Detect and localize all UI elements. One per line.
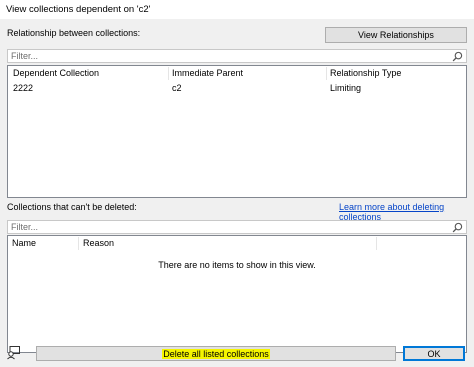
relationship-list-header: Dependent Collection Immediate Parent Re… [8,66,466,81]
window-title: View collections dependent on 'c2' [6,4,151,15]
ok-label: OK [427,348,441,359]
column-header-reason[interactable]: Reason [83,238,114,248]
delete-all-button[interactable]: Delete all listed collections [36,346,396,361]
column-header-dependent-collection[interactable]: Dependent Collection [13,68,99,78]
relationship-list[interactable]: Dependent Collection Immediate Parent Re… [7,65,467,198]
column-header-relationship-type[interactable]: Relationship Type [330,68,401,78]
undeletable-list-header: Name Reason [8,236,466,251]
search-icon[interactable] [452,222,463,233]
undeletable-filter-input[interactable]: Filter... [7,220,467,234]
empty-list-message: There are no items to show in this view. [158,260,316,270]
undeletable-section-label: Collections that can't be deleted: [7,202,137,212]
cell-relationship-type: Limiting [330,83,362,93]
view-relationships-label: View Relationships [358,30,434,40]
column-header-immediate-parent[interactable]: Immediate Parent [172,68,243,78]
undeletable-list[interactable]: Name Reason There are no items to show i… [7,235,467,353]
relationship-filter-input[interactable]: Filter... [7,49,467,63]
column-separator[interactable] [168,67,169,80]
delete-all-label: Delete all listed collections [162,348,270,359]
cell-dependent-collection: 2222 [13,83,34,93]
feedback-icon[interactable] [6,345,21,360]
view-relationships-button[interactable]: View Relationships [325,27,467,43]
relationship-section-label: Relationship between collections: [7,28,141,38]
column-separator[interactable] [78,237,79,250]
search-icon[interactable] [452,51,463,62]
filter-placeholder: Filter... [11,222,39,232]
column-separator[interactable] [376,237,377,250]
filter-placeholder: Filter... [11,51,39,61]
title-bar: View collections dependent on 'c2' [0,0,474,20]
ok-button[interactable]: OK [403,346,465,361]
cell-immediate-parent: c2 [172,83,182,93]
dialog-body: Relationship between collections: View R… [0,19,474,367]
column-header-name[interactable]: Name [12,238,36,248]
column-separator[interactable] [326,67,327,80]
learn-more-link[interactable]: Learn more about deleting collections [339,202,474,222]
